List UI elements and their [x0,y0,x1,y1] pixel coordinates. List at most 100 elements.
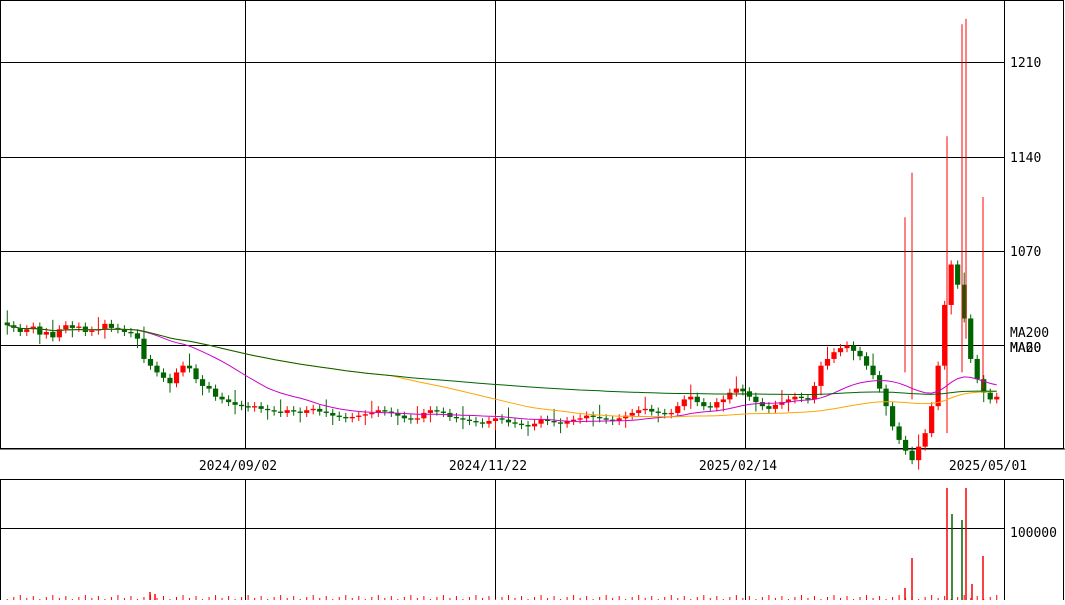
candle-body [206,385,212,389]
candle-body [922,433,928,447]
candle-body [343,416,349,419]
candle-body [401,415,407,419]
candle-body [772,404,779,409]
candle-body [154,365,160,373]
candle-body [688,396,694,400]
candle-body [356,415,362,417]
candle-body [753,396,759,403]
candle-body [245,406,251,408]
candle-body [876,375,883,389]
candle-body [857,350,863,357]
candle-body [4,322,10,326]
candle-body [798,396,805,399]
candle-body [896,426,902,440]
candle-body [160,372,167,378]
candle-body [740,388,746,392]
candle-body [883,388,889,407]
candle-body [37,326,43,335]
y-tick-label: 1070 [1010,245,1041,260]
candle-body [805,398,811,400]
candle-body [63,325,69,330]
candle-body [147,358,154,366]
candle-body [916,446,922,461]
candle-body [505,419,512,423]
candle-body [759,402,765,407]
moving-averages [7,324,997,423]
candle-body [720,399,726,403]
price-panel-border [0,0,1064,449]
candle-body [701,402,707,407]
candle-body [512,422,518,424]
candle-body [317,408,323,412]
candle-body [818,365,824,386]
candle-body [889,406,896,427]
candle-body [642,408,648,411]
candle-body [89,330,95,332]
candle-body [538,419,544,424]
x-tick-label: 2025/05/01 [949,459,1027,474]
candle-body [863,356,870,366]
candle-body [675,406,681,413]
legend-item: MA200 [1010,326,1049,341]
legend-item: MA60 [1010,341,1041,356]
candle-body [929,406,935,434]
candle-body [603,418,609,420]
candle-body [577,418,583,420]
candle-body [792,396,798,400]
candle-body [278,411,284,413]
candle-body [421,412,427,419]
candle-body [733,388,739,393]
ma20-line [7,324,997,423]
candle-body [252,406,258,408]
candle-body [24,329,30,332]
candle-body [141,338,147,359]
candle-body [974,358,980,380]
candle-body [43,331,49,335]
candle-body [844,345,850,349]
candle-body [180,365,186,373]
price-candles [4,18,1000,470]
candle-body [284,410,290,413]
stock-chart: 1070 1140 1210 2024/09/02 2024/11/22 2025/02/… [0,0,1065,605]
candle-body [518,423,525,426]
candle-body [460,418,466,420]
candle-body [258,406,264,409]
candle-body [271,410,277,412]
candle-body [629,412,635,416]
candle-body [694,396,700,403]
candle-body [50,331,56,338]
volume-y-tick-label: 100000 [1010,526,1057,541]
candle-body [212,388,219,397]
candle-body [349,416,355,419]
candle-body [330,412,336,416]
legend: MA200MA20MA60 [1010,326,1049,356]
candle-body [232,402,238,405]
candle-body [199,379,206,386]
candle-body [525,425,531,427]
x-tick-label: 2025/02/14 [699,459,777,474]
candle-body [668,412,674,415]
candle-body [408,418,414,420]
chart-svg: 1070 1140 1210 2024/09/02 2024/11/22 2025/02/… [0,0,1065,605]
candle-body [655,411,661,413]
candle-body [557,422,564,424]
candle-body [297,411,303,413]
candle-body [499,418,505,420]
candle-body [219,396,225,400]
candle-body [531,423,538,427]
candle-body [108,323,115,328]
candle-body [225,399,232,403]
x-tick-label: 2024/11/22 [449,459,527,474]
candle-body [427,410,433,413]
candle-body [310,408,316,411]
candle-body [486,421,492,424]
candle-body [811,385,818,400]
candle-body [987,392,993,400]
candle-body [994,396,1000,400]
candle-body [968,318,974,359]
candle-body [369,412,375,415]
candle-body [336,415,342,417]
candle-body [824,358,831,366]
candle-body [239,404,245,407]
candle-body [492,418,499,422]
